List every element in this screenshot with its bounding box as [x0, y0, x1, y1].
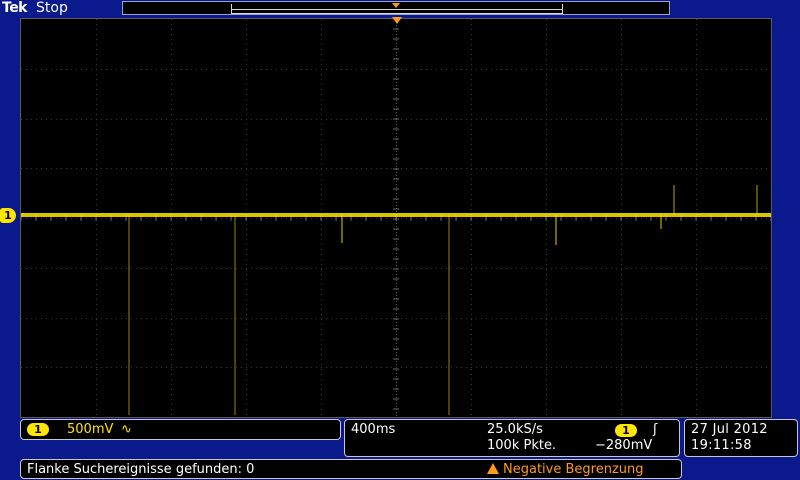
vertical-scale: 500mV — [67, 422, 114, 437]
top-status-bar: Tek Stop — [0, 0, 800, 18]
graticule — [21, 19, 771, 417]
search-result-message: Flanke Suchereignisse gefunden: 0 — [27, 462, 255, 477]
warning-text: Negative Begrenzung — [503, 462, 644, 477]
time: 19:11:58 — [691, 438, 752, 453]
channel-1-ground-marker[interactable]: 1 — [0, 208, 16, 223]
warning-message: Negative Begrenzung — [487, 461, 644, 478]
acquisition-status: Stop — [36, 0, 68, 16]
trigger-position-marker[interactable] — [392, 17, 402, 24]
channel-1-readout[interactable]: 1 500mV ∿ — [20, 419, 341, 440]
waveform-baseline — [21, 213, 771, 217]
timebase-trigger-readout[interactable]: 400ms 25.0kS/s 100k Pkte. 1 ʃ −280mV — [344, 419, 680, 457]
trigger-position-indicator — [392, 3, 400, 8]
coupling-icon: ∿ — [121, 422, 132, 437]
date-time-readout: 27 Jul 2012 19:11:58 — [684, 419, 798, 457]
brand-logo: Tek — [2, 0, 28, 16]
warning-icon — [487, 463, 499, 474]
record-view-bar — [122, 1, 670, 15]
record-length: 100k Pkte. — [487, 438, 557, 453]
horizontal-scale: 400ms — [351, 422, 396, 437]
trigger-source-badge: 1 — [615, 424, 637, 437]
date: 27 Jul 2012 — [691, 422, 768, 437]
message-bar: Flanke Suchereignisse gefunden: 0 Negati… — [20, 459, 682, 479]
sample-rate: 25.0kS/s — [487, 422, 543, 437]
rising-edge-icon: ʃ — [653, 422, 658, 437]
waveform-display[interactable] — [20, 18, 772, 418]
channel-1-badge: 1 — [27, 423, 49, 436]
trigger-level: −280mV — [595, 438, 653, 453]
